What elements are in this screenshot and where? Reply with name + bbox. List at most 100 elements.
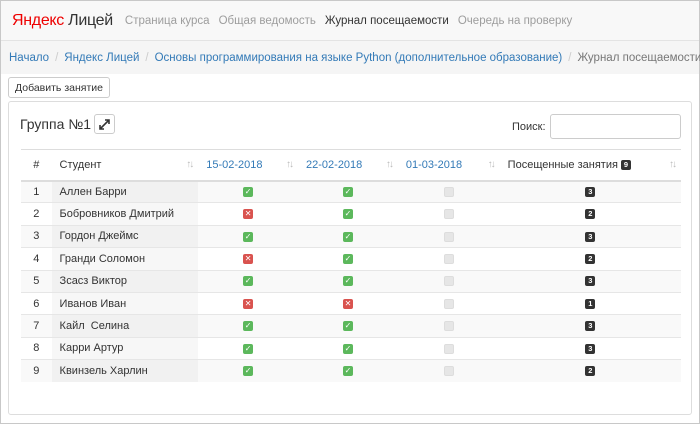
attended-check-icon[interactable]: ✓ bbox=[342, 321, 353, 332]
empty-mark-icon[interactable] bbox=[443, 276, 454, 287]
table-row: 5 Зсасз Виктор ✓ ✓ 3 bbox=[21, 269, 681, 293]
row-number: 8 bbox=[21, 336, 52, 360]
attendance-cell bbox=[397, 336, 500, 360]
attended-count-badge: 3 bbox=[585, 187, 596, 198]
nav-gradebook[interactable]: Общая ведомость bbox=[219, 15, 316, 27]
attendance-cell bbox=[397, 179, 500, 203]
row-number: 1 bbox=[21, 179, 52, 203]
empty-mark-icon[interactable] bbox=[443, 321, 454, 332]
group-panel: Группа №1 Поиск: # Студент ↑↓ 15-02-2018 ↑… bbox=[8, 101, 692, 415]
attended-check-icon[interactable]: ✓ bbox=[342, 253, 353, 264]
column-header-attended[interactable]: Посещенные занятия 9 ↑↓ bbox=[499, 149, 681, 182]
attended-check-icon[interactable]: ✓ bbox=[342, 231, 353, 242]
attended-total-badge: 9 bbox=[620, 159, 631, 170]
student-name: Гордон Джеймс bbox=[51, 224, 199, 248]
attendance-cell: ✓ bbox=[198, 359, 299, 383]
student-name: Кайл Селина bbox=[51, 314, 199, 338]
attended-count-badge: 3 bbox=[585, 231, 596, 242]
empty-mark-icon[interactable] bbox=[443, 187, 454, 198]
nav-attendance[interactable]: Журнал посещаемости bbox=[325, 15, 449, 27]
empty-mark-icon[interactable] bbox=[443, 343, 454, 354]
attended-check-icon[interactable]: ✓ bbox=[243, 343, 254, 354]
attended-count-badge: 3 bbox=[585, 343, 596, 354]
table-row: 6 Иванов Иван ✕ ✕ 1 bbox=[21, 291, 681, 315]
column-header-num[interactable]: # bbox=[21, 149, 52, 182]
attendance-cell bbox=[397, 269, 500, 293]
attendance-cell: ✓ bbox=[198, 179, 299, 203]
empty-mark-icon[interactable] bbox=[443, 366, 454, 377]
sort-icon: ↑↓ bbox=[487, 159, 496, 170]
attended-count-badge: 2 bbox=[585, 366, 596, 377]
breadcrumb-home[interactable]: Начало bbox=[9, 52, 49, 64]
attended-count-cell: 2 bbox=[499, 247, 681, 271]
attended-count-cell: 3 bbox=[499, 269, 681, 293]
brand-logo[interactable]: Яндекс Лицей bbox=[12, 12, 113, 30]
add-lesson-button[interactable]: Добавить занятие bbox=[8, 77, 110, 98]
attended-count-cell: 2 bbox=[499, 359, 681, 383]
attendance-cell: ✓ bbox=[298, 359, 398, 383]
student-name: Квинзель Харлин bbox=[51, 359, 199, 383]
attended-count-badge: 3 bbox=[585, 276, 596, 287]
sort-icon: ↑↓ bbox=[385, 159, 394, 170]
header-date-label: 15-02-2018 bbox=[206, 158, 263, 171]
attended-count-badge: 1 bbox=[585, 298, 596, 309]
header-attended-label: Посещенные занятия bbox=[507, 158, 618, 171]
attended-check-icon[interactable]: ✓ bbox=[243, 366, 254, 377]
nav-course-page[interactable]: Страница курса bbox=[125, 15, 210, 27]
student-name: Гранди Соломон bbox=[51, 247, 199, 271]
column-header-date-2[interactable]: 22-02-2018 ↑↓ bbox=[298, 149, 398, 182]
empty-mark-icon[interactable] bbox=[443, 298, 454, 309]
attendance-cell: ✓ bbox=[298, 269, 398, 293]
row-number: 4 bbox=[21, 247, 52, 271]
top-navbar: Яндекс Лицей Страница курса Общая ведомо… bbox=[1, 1, 699, 41]
attendance-table: # Студент ↑↓ 15-02-2018 ↑↓ 22-02-2018 ↑↓ 01… bbox=[21, 149, 681, 383]
attendance-cell: ✕ bbox=[298, 291, 398, 315]
absent-cross-icon[interactable]: ✕ bbox=[243, 253, 254, 264]
absent-cross-icon[interactable]: ✕ bbox=[342, 298, 353, 309]
attendance-cell: ✓ bbox=[298, 314, 398, 338]
search-input[interactable] bbox=[550, 114, 681, 139]
attendance-cell bbox=[397, 202, 500, 226]
attendance-cell: ✓ bbox=[198, 269, 299, 293]
attended-count-badge: 3 bbox=[585, 321, 596, 332]
attended-check-icon[interactable]: ✓ bbox=[342, 276, 353, 287]
empty-mark-icon[interactable] bbox=[443, 209, 454, 220]
empty-mark-icon[interactable] bbox=[443, 231, 454, 242]
breadcrumb-course[interactable]: Основы программирования на языке Python … bbox=[155, 52, 563, 64]
row-number: 6 bbox=[21, 291, 52, 315]
student-name: Бобровников Дмитрий bbox=[51, 202, 199, 226]
expand-button[interactable] bbox=[94, 114, 115, 134]
attendance-cell bbox=[397, 314, 500, 338]
nav-links: Страница курса Общая ведомость Журнал по… bbox=[125, 15, 581, 27]
nav-review-queue[interactable]: Очередь на проверку bbox=[458, 15, 572, 27]
attended-count-cell: 3 bbox=[499, 224, 681, 248]
attended-check-icon[interactable]: ✓ bbox=[342, 187, 353, 198]
search-label: Поиск: bbox=[512, 121, 546, 133]
header-student-label: Студент bbox=[59, 158, 102, 171]
attended-check-icon[interactable]: ✓ bbox=[243, 231, 254, 242]
attended-check-icon[interactable]: ✓ bbox=[342, 209, 353, 220]
attendance-cell bbox=[397, 224, 500, 248]
absent-cross-icon[interactable]: ✕ bbox=[243, 209, 254, 220]
attendance-cell: ✓ bbox=[298, 224, 398, 248]
breadcrumb-separator: / bbox=[145, 51, 149, 64]
breadcrumb-lyceum[interactable]: Яндекс Лицей bbox=[64, 52, 139, 64]
table-row: 8 Карри Артур ✓ ✓ 3 bbox=[21, 336, 681, 360]
attended-check-icon[interactable]: ✓ bbox=[342, 343, 353, 354]
attended-check-icon[interactable]: ✓ bbox=[342, 366, 353, 377]
table-row: 3 Гордон Джеймс ✓ ✓ 3 bbox=[21, 224, 681, 248]
header-date-label: 01-03-2018 bbox=[405, 158, 463, 171]
attended-count-cell: 3 bbox=[499, 336, 681, 360]
attended-check-icon[interactable]: ✓ bbox=[243, 321, 254, 332]
attended-check-icon[interactable]: ✓ bbox=[243, 187, 254, 198]
logo-lyceum: Лицей bbox=[64, 11, 113, 29]
header-num-label: # bbox=[33, 158, 40, 171]
breadcrumb: Начало / Яндекс Лицей / Основы программи… bbox=[1, 41, 700, 74]
absent-cross-icon[interactable]: ✕ bbox=[243, 298, 254, 309]
empty-mark-icon[interactable] bbox=[443, 253, 454, 264]
column-header-student[interactable]: Студент ↑↓ bbox=[51, 149, 199, 182]
attended-check-icon[interactable]: ✓ bbox=[243, 276, 254, 287]
table-row: 4 Гранди Соломон ✕ ✓ 2 bbox=[21, 247, 681, 271]
column-header-date-3[interactable]: 01-03-2018 ↑↓ bbox=[397, 149, 500, 182]
column-header-date-1[interactable]: 15-02-2018 ↑↓ bbox=[198, 149, 299, 182]
